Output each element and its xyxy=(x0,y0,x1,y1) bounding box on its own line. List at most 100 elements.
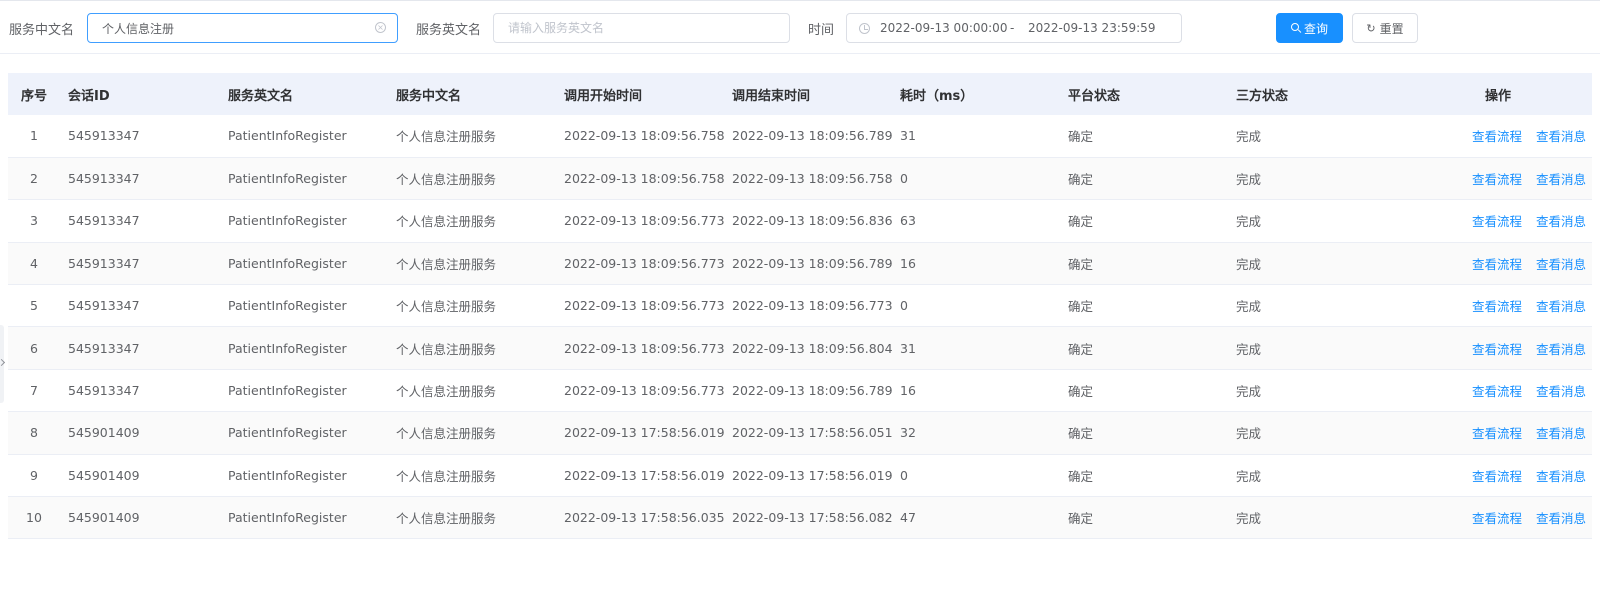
reset-button[interactable]: ↻ 重置 xyxy=(1352,13,1418,43)
view-flow-link[interactable]: 查看流程 xyxy=(1472,299,1522,314)
cell-service-cn-name: 个人信息注册服务 xyxy=(396,214,497,230)
column-header-start-time: 调用开始时间 xyxy=(564,88,643,104)
cell-start-time: 2022-09-13 18:09:56.758 xyxy=(564,171,725,187)
view-message-link[interactable]: 查看消息 xyxy=(1536,342,1586,357)
cell-end-time: 2022-09-13 17:58:56.082 xyxy=(732,510,893,526)
table-row: 9 545901409 PatientInfoRegister 个人信息注册服务 202… xyxy=(8,454,1592,497)
cell-index: 6 xyxy=(30,340,38,356)
table-row: 8 545901409 PatientInfoRegister 个人信息注册服务 202… xyxy=(8,411,1592,455)
service-en-name-label: 服务英文名 xyxy=(416,23,482,38)
cell-service-cn-name: 个人信息注册服务 xyxy=(396,299,497,315)
date-range-picker[interactable]: 2022-09-13 00:00:00 - 2022-09-13 23:59:5… xyxy=(846,13,1182,43)
date-range-end[interactable]: 2022-09-13 23:59:59 xyxy=(1028,21,1155,35)
table-row: 6 545913347 PatientInfoRegister 个人信息注册服务 202… xyxy=(8,326,1592,370)
cell-session-id: 545913347 xyxy=(68,255,140,271)
column-header-service-cn-name: 服务中文名 xyxy=(396,88,462,104)
cell-duration: 16 xyxy=(900,383,916,399)
cell-service-en-name: PatientInfoRegister xyxy=(228,213,347,229)
service-en-name-input[interactable] xyxy=(493,13,790,43)
cell-duration: 47 xyxy=(900,510,916,526)
date-range-start[interactable]: 2022-09-13 00:00:00 xyxy=(880,21,1007,35)
sidebar-collapse-handle[interactable] xyxy=(0,325,4,403)
cell-third-party-status: 完成 xyxy=(1236,172,1262,188)
cell-service-cn-name: 个人信息注册服务 xyxy=(396,172,497,188)
cell-third-party-status: 完成 xyxy=(1236,468,1262,484)
cell-start-time: 2022-09-13 18:09:56.773 xyxy=(564,383,725,399)
cell-session-id: 545913347 xyxy=(68,298,140,314)
reset-button-label: 重置 xyxy=(1379,21,1404,36)
cell-platform-status: 确定 xyxy=(1068,468,1094,484)
view-message-link[interactable]: 查看消息 xyxy=(1536,511,1586,526)
cell-service-en-name: PatientInfoRegister xyxy=(228,510,347,526)
cell-start-time: 2022-09-13 18:09:56.758 xyxy=(564,128,725,144)
view-flow-link[interactable]: 查看流程 xyxy=(1472,257,1522,272)
cell-service-en-name: PatientInfoRegister xyxy=(228,255,347,271)
table-row: 1 545913347 PatientInfoRegister 个人信息注册服务 202… xyxy=(8,115,1592,158)
cell-actions: 查看流程 查看消息 xyxy=(1404,115,1592,157)
column-header-platform-status: 平台状态 xyxy=(1068,88,1121,104)
cell-platform-status: 确定 xyxy=(1068,256,1094,272)
cell-third-party-status: 完成 xyxy=(1236,384,1262,400)
cell-service-cn-name: 个人信息注册服务 xyxy=(396,384,497,400)
cell-platform-status: 确定 xyxy=(1068,172,1094,188)
cell-index: 7 xyxy=(30,383,38,399)
view-message-link[interactable]: 查看消息 xyxy=(1536,469,1586,484)
results-table: 序号 会话ID 服务英文名 服务中文名 调用开始时间 调用结束时间 耗时（ms）… xyxy=(8,73,1592,539)
view-message-link[interactable]: 查看消息 xyxy=(1536,172,1586,187)
cell-platform-status: 确定 xyxy=(1068,384,1094,400)
view-message-link[interactable]: 查看消息 xyxy=(1536,257,1586,272)
cell-start-time: 2022-09-13 18:09:56.773 xyxy=(564,340,725,356)
view-message-link[interactable]: 查看消息 xyxy=(1536,426,1586,441)
column-header-actions: 操作 xyxy=(1484,88,1511,104)
cell-third-party-status: 完成 xyxy=(1236,129,1262,145)
cell-end-time: 2022-09-13 18:09:56.773 xyxy=(732,298,893,314)
cell-index: 9 xyxy=(30,467,38,483)
date-range-separator: - xyxy=(1010,21,1015,35)
cell-duration: 31 xyxy=(900,340,916,356)
table-row: 4 545913347 PatientInfoRegister 个人信息注册服务 202… xyxy=(8,242,1592,285)
cell-session-id: 545901409 xyxy=(68,510,140,526)
cell-start-time: 2022-09-13 17:58:56.035 xyxy=(564,510,725,526)
view-message-link[interactable]: 查看消息 xyxy=(1536,299,1586,314)
cell-end-time: 2022-09-13 18:09:56.789 xyxy=(732,128,893,144)
cell-third-party-status: 完成 xyxy=(1236,214,1262,230)
clear-icon[interactable]: × xyxy=(375,22,386,33)
view-flow-link[interactable]: 查看流程 xyxy=(1472,342,1522,357)
cell-session-id: 545913347 xyxy=(68,171,140,187)
cell-index: 1 xyxy=(30,128,38,144)
view-flow-link[interactable]: 查看流程 xyxy=(1472,426,1522,441)
cell-actions: 查看流程 查看消息 xyxy=(1404,454,1592,496)
service-cn-name-input[interactable] xyxy=(87,13,398,43)
column-header-end-time: 调用结束时间 xyxy=(732,88,811,104)
cell-service-en-name: PatientInfoRegister xyxy=(228,467,347,483)
search-icon xyxy=(1290,23,1299,31)
table-header-row: 序号 会话ID 服务英文名 服务中文名 调用开始时间 调用结束时间 耗时（ms）… xyxy=(8,73,1592,115)
view-flow-link[interactable]: 查看流程 xyxy=(1472,384,1522,399)
cell-service-en-name: PatientInfoRegister xyxy=(228,298,347,314)
view-message-link[interactable]: 查看消息 xyxy=(1536,214,1586,229)
time-label: 时间 xyxy=(808,23,835,38)
cell-actions: 查看流程 查看消息 xyxy=(1404,327,1592,369)
cell-third-party-status: 完成 xyxy=(1236,511,1262,527)
cell-start-time: 2022-09-13 17:58:56.019 xyxy=(564,467,725,483)
cell-third-party-status: 完成 xyxy=(1236,426,1262,442)
cell-index: 3 xyxy=(30,213,38,229)
cell-start-time: 2022-09-13 18:09:56.773 xyxy=(564,255,725,271)
view-flow-link[interactable]: 查看流程 xyxy=(1472,469,1522,484)
column-header-session-id: 会话ID xyxy=(68,88,110,104)
table-row: 5 545913347 PatientInfoRegister 个人信息注册服务 202… xyxy=(8,285,1592,327)
view-message-link[interactable]: 查看消息 xyxy=(1536,129,1586,144)
cell-start-time: 2022-09-13 18:09:56.773 xyxy=(564,213,725,229)
view-flow-link[interactable]: 查看流程 xyxy=(1472,511,1522,526)
view-flow-link[interactable]: 查看流程 xyxy=(1472,214,1522,229)
cell-index: 10 xyxy=(26,510,42,526)
cell-third-party-status: 完成 xyxy=(1236,299,1262,315)
cell-service-en-name: PatientInfoRegister xyxy=(228,171,347,187)
view-flow-link[interactable]: 查看流程 xyxy=(1472,129,1522,144)
cell-service-cn-name: 个人信息注册服务 xyxy=(396,256,497,272)
service-cn-name-label: 服务中文名 xyxy=(9,23,75,38)
cell-platform-status: 确定 xyxy=(1068,426,1094,442)
view-flow-link[interactable]: 查看流程 xyxy=(1472,172,1522,187)
view-message-link[interactable]: 查看消息 xyxy=(1536,384,1586,399)
search-button[interactable]: 查询 xyxy=(1276,13,1343,43)
